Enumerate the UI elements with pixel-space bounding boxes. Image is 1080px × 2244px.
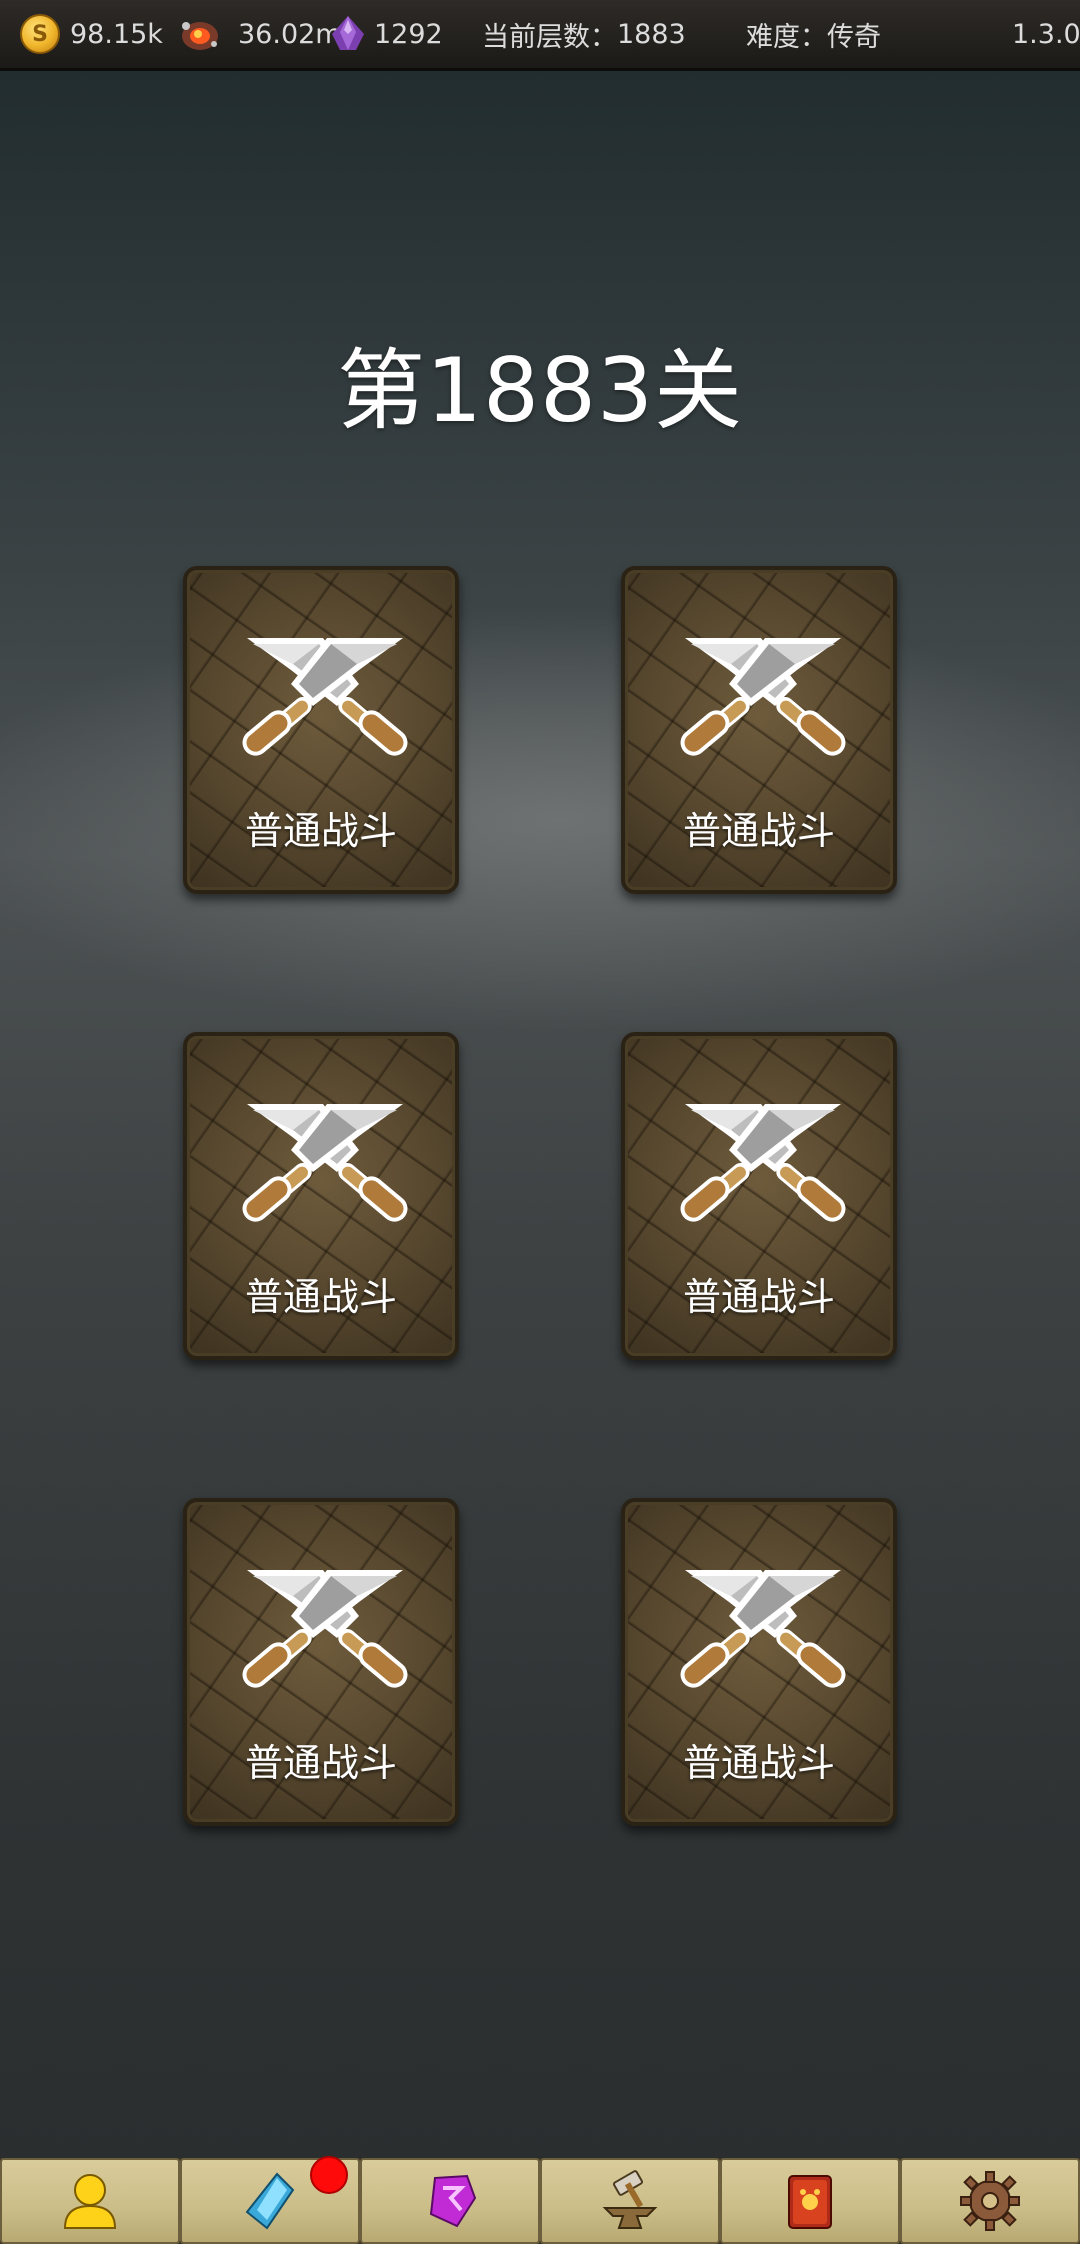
- battle-card-2[interactable]: 普通战斗: [621, 566, 897, 894]
- purple-gem-icon: [332, 16, 364, 50]
- crossed-swords-icon: [675, 1570, 851, 1693]
- difficulty-indicator: 难度： 传奇: [746, 0, 881, 68]
- status-bar: S 98.15k 36.02m 1292 当前层数： 1883 难度： 传奇 1…: [0, 0, 1080, 71]
- nav-crystal-button[interactable]: [180, 2156, 360, 2244]
- settings-gear-icon: [960, 2171, 1020, 2231]
- crossed-swords-icon: [237, 638, 413, 761]
- battle-card-label: 普通战斗: [682, 1741, 835, 1785]
- floor-label: 当前层数：: [482, 21, 617, 53]
- nav-settings-button[interactable]: [900, 2158, 1080, 2244]
- nav-book-button[interactable]: [720, 2158, 900, 2244]
- gold-coin-icon: S: [20, 14, 60, 54]
- rune-icon: [429, 2174, 477, 2228]
- anvil-icon: [602, 2170, 658, 2229]
- crossed-swords-icon: [675, 1104, 851, 1227]
- difficulty-value: 传奇: [827, 21, 881, 53]
- hero-icon: [63, 2174, 117, 2229]
- floor-value: 1883: [617, 18, 686, 50]
- book-icon: [788, 2175, 832, 2229]
- battle-card-label: 普通战斗: [244, 809, 397, 853]
- battle-card-6[interactable]: 普通战斗: [621, 1498, 897, 1826]
- version-label: 1.3.0: [1012, 18, 1080, 50]
- battle-card-1[interactable]: 普通战斗: [183, 566, 459, 894]
- crystal-icon: [245, 2172, 295, 2230]
- bottom-nav: [0, 2156, 1080, 2244]
- ore-counter: 36.02m: [178, 0, 342, 68]
- ore-icon: [182, 22, 218, 50]
- gem-value: 1292: [374, 18, 443, 50]
- crossed-swords-icon: [675, 638, 851, 761]
- crossed-swords-icon: [237, 1104, 413, 1227]
- battle-card-3[interactable]: 普通战斗: [183, 1032, 459, 1360]
- gold-counter: S 98.15k: [20, 0, 163, 68]
- nav-rune-button[interactable]: [360, 2158, 540, 2244]
- battle-card-4[interactable]: 普通战斗: [621, 1032, 897, 1360]
- gem-counter: 1292: [326, 0, 443, 68]
- floor-indicator: 当前层数： 1883: [482, 0, 686, 68]
- notification-badge: [310, 2156, 348, 2194]
- difficulty-label: 难度：: [746, 21, 827, 53]
- battle-card-label: 普通战斗: [244, 1741, 397, 1785]
- gold-value: 98.15k: [70, 18, 163, 50]
- crossed-swords-icon: [237, 1570, 413, 1693]
- battle-card-label: 普通战斗: [682, 809, 835, 853]
- battle-card-5[interactable]: 普通战斗: [183, 1498, 459, 1826]
- level-title: 第1883关: [337, 339, 743, 442]
- battle-card-label: 普通战斗: [244, 1275, 397, 1319]
- nav-hero-button[interactable]: [0, 2158, 180, 2244]
- battle-card-label: 普通战斗: [682, 1275, 835, 1319]
- nav-forge-button[interactable]: [540, 2158, 720, 2244]
